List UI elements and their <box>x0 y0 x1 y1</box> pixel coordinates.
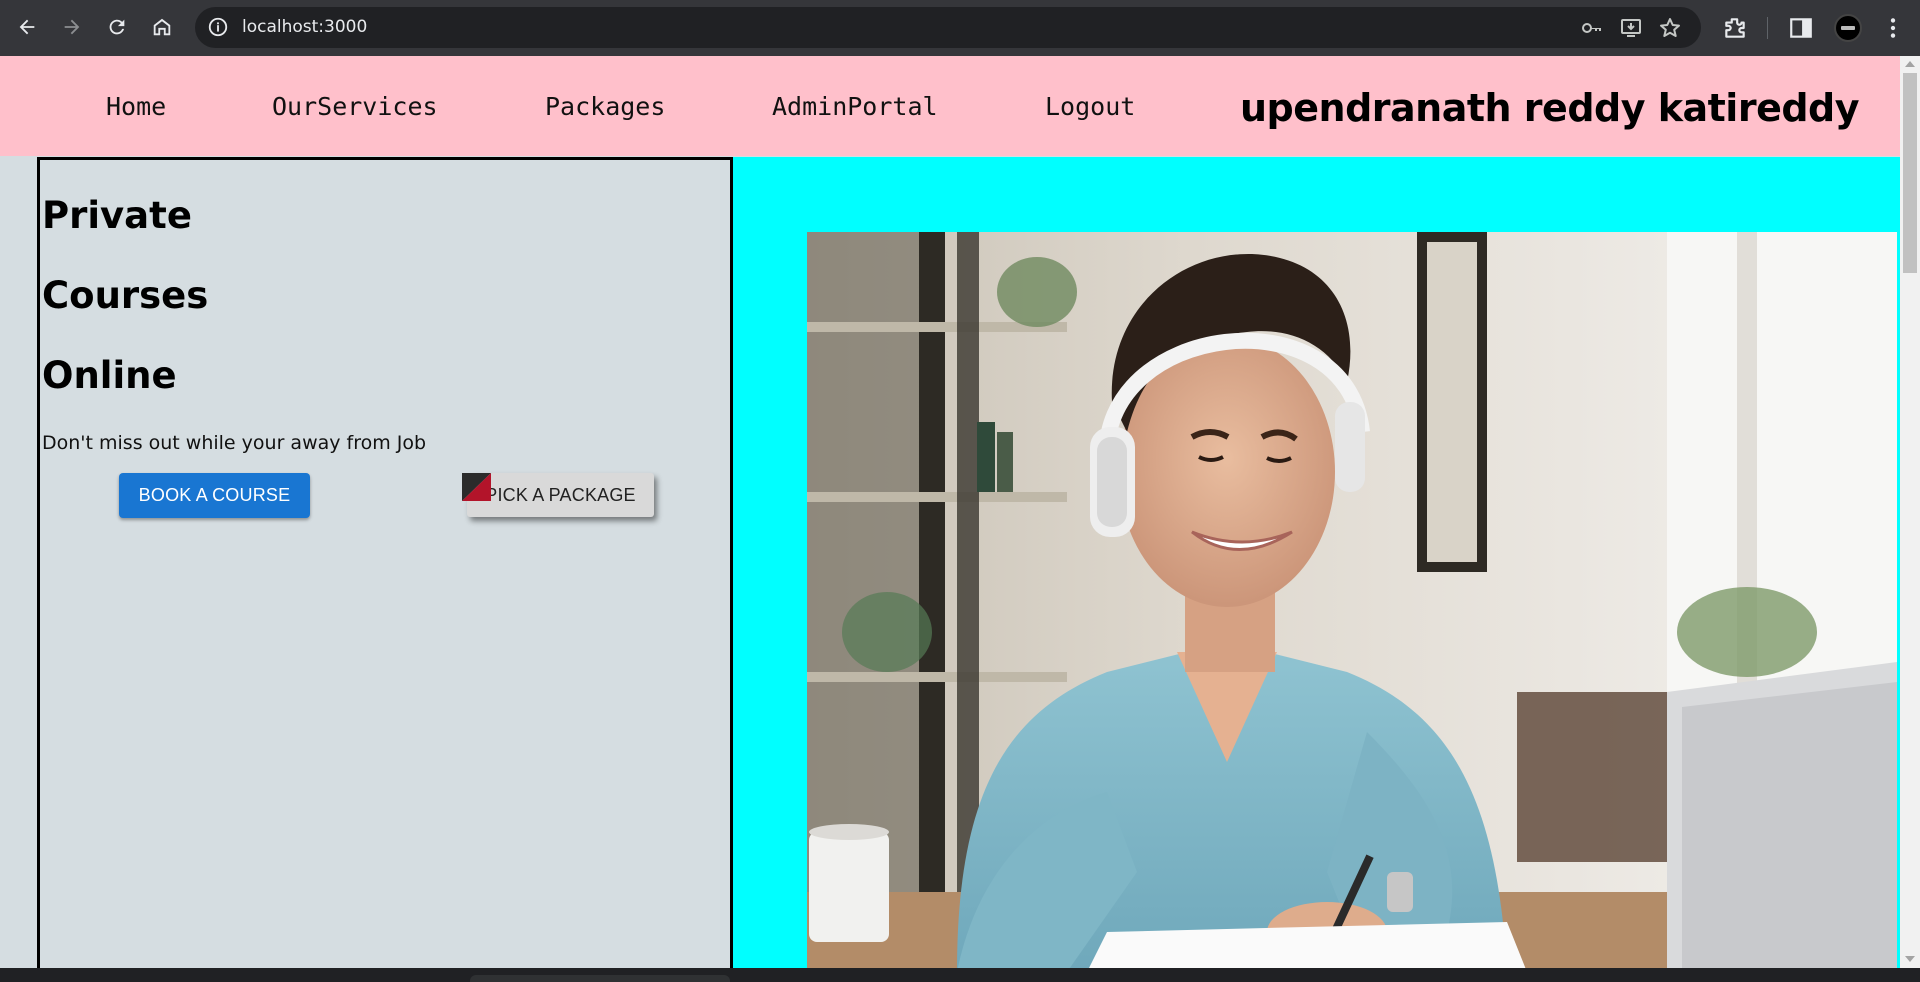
heading-private: Private <box>42 194 192 237</box>
bottom-bar <box>0 968 1920 982</box>
user-name: upendranath reddy katireddy <box>1240 86 1860 130</box>
hero-image-panel <box>733 157 1900 968</box>
home-icon[interactable] <box>145 10 179 44</box>
url-text[interactable]: localhost:3000 <box>242 7 367 48</box>
package-badge-icon <box>462 473 491 501</box>
back-icon[interactable] <box>10 10 44 44</box>
scroll-up-icon[interactable] <box>1905 61 1915 67</box>
browser-toolbar: localhost:3000 <box>0 0 1920 56</box>
sidepanel-icon[interactable] <box>1788 15 1814 41</box>
extensions-icon[interactable] <box>1722 15 1748 41</box>
key-icon[interactable] <box>1580 16 1604 40</box>
scroll-thumb[interactable] <box>1903 73 1917 273</box>
forward-icon[interactable] <box>55 10 89 44</box>
toolbar-divider <box>1767 17 1768 39</box>
install-icon[interactable] <box>1619 16 1643 40</box>
heading-courses: Courses <box>42 274 209 317</box>
site-navbar: Home OurServices Packages AdminPortal Lo… <box>0 56 1900 156</box>
nav-link-logout[interactable]: Logout <box>1045 92 1135 121</box>
page-scrollbar[interactable] <box>1900 56 1920 968</box>
menu-icon[interactable] <box>1880 15 1906 41</box>
pick-package-button[interactable]: PICK A PACKAGE <box>467 473 654 517</box>
nav-link-adminportal[interactable]: AdminPortal <box>772 92 938 121</box>
tagline: Don't miss out while your away from Job <box>42 432 427 454</box>
student-with-headphones-photo <box>807 232 1897 968</box>
avatar[interactable] <box>1834 14 1862 42</box>
reload-icon[interactable] <box>100 10 134 44</box>
info-icon[interactable] <box>207 16 229 38</box>
star-icon[interactable] <box>1658 16 1682 40</box>
book-course-button[interactable]: BOOK A COURSE <box>119 473 310 518</box>
taskbar-tab <box>470 975 730 982</box>
scroll-down-icon[interactable] <box>1905 956 1915 962</box>
heading-online: Online <box>42 354 177 397</box>
hero-text-panel: Private Courses Online Don't miss out wh… <box>37 157 733 968</box>
address-bar[interactable]: localhost:3000 <box>195 7 1701 48</box>
nav-link-ourservices[interactable]: OurServices <box>272 92 438 121</box>
web-page: Home OurServices Packages AdminPortal Lo… <box>0 56 1920 968</box>
nav-link-home[interactable]: Home <box>106 92 166 121</box>
nav-link-packages[interactable]: Packages <box>545 92 665 121</box>
